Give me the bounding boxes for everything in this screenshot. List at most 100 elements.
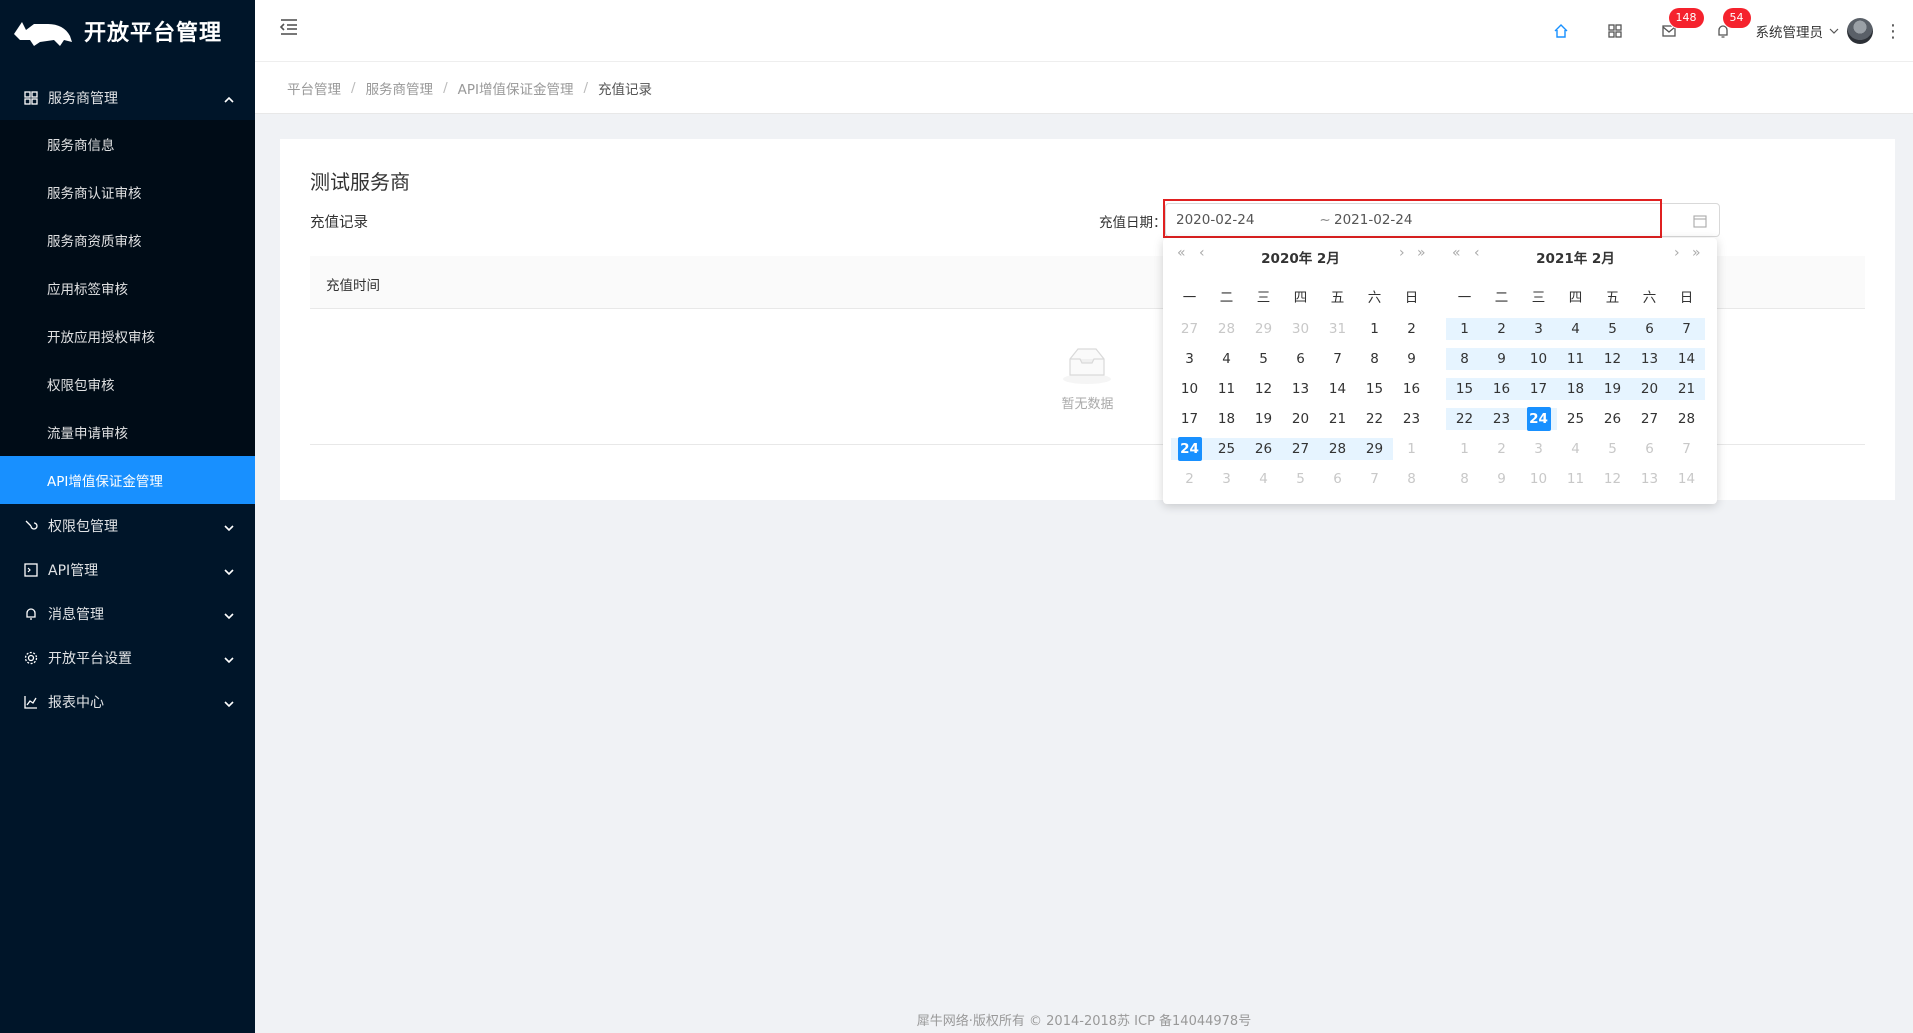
calendar-day[interactable]: 22: [1446, 404, 1483, 434]
calendar-day[interactable]: 26: [1594, 404, 1631, 434]
calendar-day[interactable]: 2: [1393, 314, 1430, 344]
calendar-day[interactable]: 15: [1446, 374, 1483, 404]
calendar-day[interactable]: 12: [1594, 464, 1631, 494]
menu-group-message[interactable]: 消息管理: [0, 592, 255, 636]
calendar-day[interactable]: 16: [1483, 374, 1520, 404]
sidebar-item-provider-info[interactable]: 服务商信息: [0, 120, 255, 168]
calendar-day[interactable]: 14: [1668, 464, 1705, 494]
calendar-day[interactable]: 20: [1631, 374, 1668, 404]
calendar-day[interactable]: 4: [1557, 434, 1594, 464]
calendar-day[interactable]: 8: [1446, 344, 1483, 374]
calendar-day[interactable]: 8: [1446, 464, 1483, 494]
sidebar-item-permission-review[interactable]: 权限包审核: [0, 360, 255, 408]
calendar-day[interactable]: 29: [1245, 314, 1282, 344]
home-button[interactable]: [1534, 0, 1588, 62]
calendar-day[interactable]: 17: [1171, 404, 1208, 434]
calendar-day-selected[interactable]: 24: [1520, 404, 1557, 434]
calendar-day[interactable]: 8: [1393, 464, 1430, 494]
calendar-day[interactable]: 8: [1356, 344, 1393, 374]
calendar-day[interactable]: 16: [1393, 374, 1430, 404]
calendar-day[interactable]: 9: [1483, 464, 1520, 494]
calendar-day[interactable]: 13: [1282, 374, 1319, 404]
sidebar-item-qualification-review[interactable]: 服务商资质审核: [0, 216, 255, 264]
calendar-day[interactable]: 5: [1282, 464, 1319, 494]
calendar-day[interactable]: 28: [1208, 314, 1245, 344]
calendar-day[interactable]: 11: [1208, 374, 1245, 404]
next-year-icon[interactable]: »: [1692, 245, 1701, 261]
next-month-icon[interactable]: ›: [1674, 245, 1680, 261]
calendar-day[interactable]: 28: [1319, 434, 1356, 464]
calendar-day[interactable]: 12: [1245, 374, 1282, 404]
calendar-day[interactable]: 2: [1483, 314, 1520, 344]
calendar-day[interactable]: 14: [1668, 344, 1705, 374]
calendar-day[interactable]: 14: [1319, 374, 1356, 404]
calendar-day[interactable]: 13: [1631, 464, 1668, 494]
calendar-day[interactable]: 4: [1208, 344, 1245, 374]
calendar-day[interactable]: 6: [1282, 344, 1319, 374]
calendar-day[interactable]: 9: [1393, 344, 1430, 374]
calendar-day[interactable]: 20: [1282, 404, 1319, 434]
calendar-day[interactable]: 5: [1594, 314, 1631, 344]
sidebar-item-traffic-review[interactable]: 流量申请审核: [0, 408, 255, 456]
calendar-day[interactable]: 19: [1594, 374, 1631, 404]
calendar-day[interactable]: 7: [1668, 434, 1705, 464]
calendar-day[interactable]: 7: [1356, 464, 1393, 494]
calendar-day[interactable]: 12: [1594, 344, 1631, 374]
calendar-day[interactable]: 7: [1319, 344, 1356, 374]
calendar-day[interactable]: 9: [1483, 344, 1520, 374]
calendar-day[interactable]: 2: [1171, 464, 1208, 494]
calendar-day[interactable]: 5: [1245, 344, 1282, 374]
calendar-day[interactable]: 21: [1319, 404, 1356, 434]
calendar-day[interactable]: 13: [1631, 344, 1668, 374]
calendar-day[interactable]: 3: [1520, 314, 1557, 344]
calendar-day[interactable]: 17: [1520, 374, 1557, 404]
menu-fold-icon[interactable]: [279, 18, 299, 36]
calendar-day[interactable]: 3: [1208, 464, 1245, 494]
calendar-day[interactable]: 27: [1171, 314, 1208, 344]
calendar-day[interactable]: 10: [1520, 464, 1557, 494]
avatar[interactable]: [1847, 18, 1873, 44]
calendar-day[interactable]: 11: [1557, 344, 1594, 374]
menu-group-provider[interactable]: 服务商管理: [0, 76, 255, 120]
calendar-day[interactable]: 1: [1393, 434, 1430, 464]
calendar-day[interactable]: 1: [1446, 434, 1483, 464]
calendar-day[interactable]: 25: [1557, 404, 1594, 434]
calendar-day[interactable]: 4: [1557, 314, 1594, 344]
calendar-day[interactable]: 21: [1668, 374, 1705, 404]
calendar-day[interactable]: 6: [1319, 464, 1356, 494]
menu-group-permission[interactable]: 权限包管理: [0, 504, 255, 548]
menu-group-settings[interactable]: 开放平台设置: [0, 636, 255, 680]
calendar-day[interactable]: 19: [1245, 404, 1282, 434]
calendar-day[interactable]: 5: [1594, 434, 1631, 464]
next-month-icon[interactable]: ›: [1399, 245, 1405, 261]
calendar-day[interactable]: 22: [1356, 404, 1393, 434]
sidebar-item-tag-review[interactable]: 应用标签审核: [0, 264, 255, 312]
calendar-day[interactable]: 10: [1520, 344, 1557, 374]
calendar-day[interactable]: 18: [1208, 404, 1245, 434]
calendar-day[interactable]: 3: [1520, 434, 1557, 464]
sidebar-item-api-deposit[interactable]: API增值保证金管理: [0, 456, 255, 504]
menu-group-api[interactable]: API管理: [0, 548, 255, 592]
apps-button[interactable]: [1588, 0, 1642, 62]
calendar-day-selected[interactable]: 24: [1171, 434, 1208, 464]
mail-button[interactable]: 148: [1642, 0, 1704, 62]
calendar-day[interactable]: 26: [1245, 434, 1282, 464]
calendar-day[interactable]: 23: [1393, 404, 1430, 434]
calendar-day[interactable]: 29: [1356, 434, 1393, 464]
calendar-day[interactable]: 18: [1557, 374, 1594, 404]
calendar-day[interactable]: 1: [1446, 314, 1483, 344]
calendar-day[interactable]: 6: [1631, 314, 1668, 344]
calendar-day[interactable]: 7: [1668, 314, 1705, 344]
user-menu[interactable]: 系统管理员: [1756, 18, 1873, 44]
calendar-day[interactable]: 11: [1557, 464, 1594, 494]
breadcrumb-item[interactable]: 平台管理: [287, 78, 341, 98]
menu-group-reports[interactable]: 报表中心: [0, 680, 255, 724]
calendar-day[interactable]: 10: [1171, 374, 1208, 404]
breadcrumb-item[interactable]: 服务商管理: [366, 78, 434, 98]
calendar-day[interactable]: 31: [1319, 314, 1356, 344]
notification-button[interactable]: 54: [1696, 0, 1751, 62]
calendar-day[interactable]: 1: [1356, 314, 1393, 344]
calendar-day[interactable]: 27: [1282, 434, 1319, 464]
calendar-day[interactable]: 3: [1171, 344, 1208, 374]
calendar-day[interactable]: 28: [1668, 404, 1705, 434]
